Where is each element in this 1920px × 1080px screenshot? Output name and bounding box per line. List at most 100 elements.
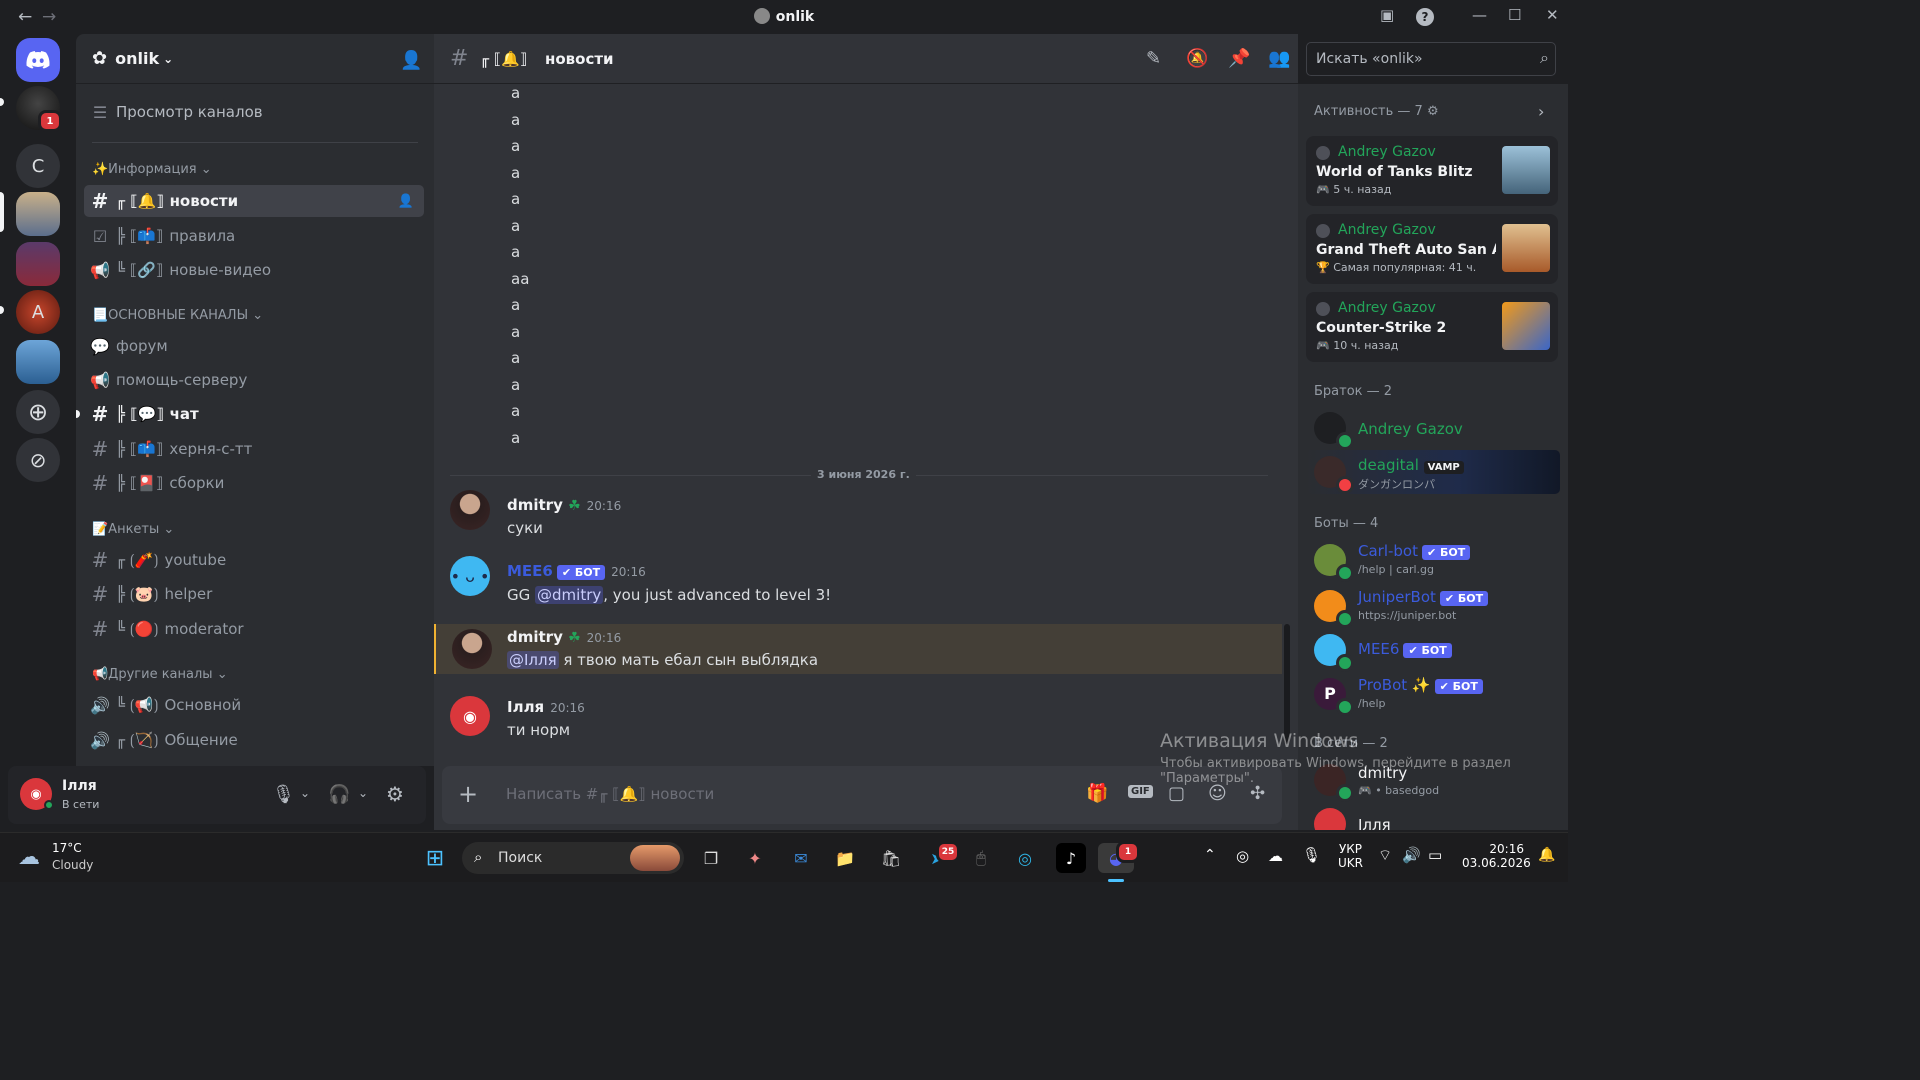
pin-icon[interactable]: 📌	[1228, 48, 1250, 69]
copilot-icon[interactable]: ✦	[740, 843, 770, 873]
store-icon[interactable]: 🛍	[876, 843, 906, 873]
category-ankety[interactable]: 📝Анкеты ⌄	[92, 522, 174, 537]
server-avatar-purple[interactable]	[16, 242, 60, 286]
server-avatar-onlik[interactable]	[16, 192, 60, 236]
channel-sborki[interactable]: # ╠ ⟦🎴⟧ сборки	[84, 467, 424, 499]
task-view-icon[interactable]: ❐	[696, 843, 726, 873]
wifi-icon[interactable]: ⌔	[1378, 846, 1392, 865]
maximize-icon[interactable]: ☐	[1508, 6, 1521, 24]
invite-people-icon[interactable]: 👤	[400, 50, 422, 71]
message-3-highlighted[interactable]: dmitry ☘ 20:16 @Ілля я твою мать ебал сын…	[434, 624, 1282, 674]
message-line[interactable]: а	[511, 217, 520, 235]
message-4[interactable]: ◉ Ілля 20:16 ти норм	[434, 696, 1284, 756]
message-line[interactable]: а	[511, 402, 520, 420]
avatar-mee6[interactable]: • ᴗ •	[450, 556, 490, 596]
member-deagital[interactable]: deagital VAMP ダンガンロンパ	[1306, 450, 1560, 494]
cloud-tray-icon[interactable]: ☁	[1268, 847, 1283, 865]
file-explorer-icon[interactable]: 📁	[830, 843, 860, 873]
scrollbar-thumb[interactable]	[1284, 624, 1290, 744]
channel-novosti[interactable]: # ╓ ⟦🔔⟧ новости 👤	[84, 185, 424, 217]
member-juniperbot[interactable]: JuniperBot ✔ БОТ https://juniper.bot	[1306, 584, 1560, 628]
message-1[interactable]: dmitry ☘ 20:16 суки	[434, 490, 1284, 550]
notification-muted-icon[interactable]: 🔕	[1186, 48, 1208, 69]
tiktok-icon[interactable]: ♪	[1056, 843, 1086, 873]
browse-channels[interactable]: ☰ Просмотр каналов	[84, 96, 424, 128]
channel-pravila[interactable]: ☑ ╠ ⟦📫⟧ правила	[84, 220, 424, 252]
channel-forum[interactable]: 💬 форум	[84, 330, 424, 362]
member-andrey[interactable]: Andrey Gazov	[1306, 406, 1560, 450]
message-line[interactable]: а	[511, 111, 520, 129]
member-carlbot[interactable]: Carl-bot ✔ БОТ /help | carl.gg	[1306, 538, 1560, 582]
category-other[interactable]: 📢Другие каналы ⌄	[92, 667, 228, 682]
server-avatar-blue[interactable]	[16, 340, 60, 384]
chevron-right-icon[interactable]: ›	[1538, 102, 1544, 121]
inbox-icon[interactable]: ▣	[1380, 6, 1394, 24]
channel-helper[interactable]: # ╠ ⟮🐷⟯ helper	[84, 578, 424, 610]
message-2[interactable]: • ᴗ • MEE6 ✔ БОТ 20:16 GG @dmitry, you jus…	[434, 556, 1284, 616]
help-icon[interactable]: ?	[1416, 8, 1434, 26]
add-member-icon[interactable]: 👤	[398, 194, 414, 209]
sticker-icon[interactable]: ▢	[1168, 783, 1185, 804]
server-avatar-a[interactable]: A	[16, 290, 60, 334]
member-probot[interactable]: P ProBot ✨ ✔ БОТ /help	[1306, 672, 1560, 716]
avatar-dmitry[interactable]	[452, 629, 492, 669]
weather-condition[interactable]: Cloudy	[52, 858, 93, 872]
outlook-icon[interactable]: ✉	[786, 843, 816, 873]
member-illya[interactable]: Ілля	[1306, 802, 1560, 830]
channel-youtube[interactable]: # ╓ ⟮🧨⟯ youtube	[84, 544, 424, 576]
activity-card[interactable]: Andrey Gazov Grand Theft Auto San Andr..…	[1306, 214, 1558, 284]
voice-channel-osnovnoy[interactable]: 🔊 ╚ ⟮📢⟯ Основной	[84, 689, 424, 721]
channel-novye-video[interactable]: 📢 ╚ ⟦🔗⟧ новые-видео	[84, 254, 424, 286]
add-server-icon[interactable]: ⊕	[16, 390, 60, 434]
plus-icon[interactable]: +	[458, 780, 478, 808]
chevron-up-icon[interactable]: ⌃	[1204, 847, 1216, 863]
edge-icon[interactable]: ◎	[1010, 843, 1040, 873]
discover-compass-icon[interactable]: ⊘	[16, 438, 60, 482]
activity-header[interactable]: Активность — 7 ⚙	[1314, 104, 1439, 119]
avatar-illya[interactable]: ◉	[450, 696, 490, 736]
emoji-icon[interactable]: ☺	[1208, 783, 1227, 804]
server-letter-c[interactable]: С	[16, 144, 60, 188]
message-line[interactable]: аа	[511, 270, 529, 288]
clock[interactable]: 20:16 03.06.2026	[1462, 842, 1531, 870]
mention[interactable]: @Ілля	[507, 651, 559, 669]
language-indicator[interactable]: УКР UKR	[1338, 842, 1363, 870]
message-line[interactable]: а	[511, 164, 520, 182]
microphone-icon[interactable]: 🎙	[1302, 846, 1321, 864]
message-line[interactable]: а	[511, 190, 520, 208]
message-line[interactable]: а	[511, 296, 520, 314]
weather-temp[interactable]: 17°C	[52, 841, 82, 855]
windows-start-icon[interactable]: ⊞	[420, 843, 450, 873]
search-input[interactable]: Искать «onlik» ⌕	[1306, 42, 1556, 76]
message-line[interactable]: а	[511, 429, 520, 447]
avatar-dmitry[interactable]	[450, 490, 490, 530]
member-list-icon[interactable]: 👥	[1268, 48, 1290, 69]
mouse-app-icon[interactable]: 🖱	[966, 843, 996, 873]
message-line[interactable]: а	[511, 349, 520, 367]
headphones-icon[interactable]: 🎧	[328, 784, 350, 805]
category-info[interactable]: ✨Информация ⌄	[92, 162, 212, 177]
mention[interactable]: @dmitry	[535, 586, 604, 604]
volume-icon[interactable]: 🔊	[1402, 846, 1421, 864]
server-header[interactable]: ✿ onlik ⌄ 👤	[76, 34, 434, 84]
chevron-down-icon[interactable]: ⌄	[358, 786, 368, 800]
gear-icon[interactable]: ⚙	[386, 782, 404, 806]
taskbar-search[interactable]: ⌕ Поиск	[462, 842, 684, 874]
minimize-icon[interactable]: —	[1472, 6, 1487, 24]
message-line[interactable]: а	[511, 323, 520, 341]
channel-moderator[interactable]: # ╚ ⟮🔴⟯ moderator	[84, 613, 424, 645]
channel-hernya[interactable]: # ╠ ⟦📫⟧ херня-с-тт	[84, 433, 424, 465]
voice-channel-obschenie[interactable]: 🔊 ╓ ⟮🏹⟯ Общение	[84, 724, 424, 756]
gif-icon[interactable]: GIF	[1128, 785, 1153, 798]
category-main[interactable]: 📃ОСНОВНЫЕ КАНАЛЫ ⌄	[92, 308, 263, 323]
message-line[interactable]: а	[511, 84, 520, 102]
member-mee6[interactable]: MEE6 ✔ БОТ	[1306, 628, 1560, 672]
channel-chat[interactable]: # ╠ ⟦💬⟧ чат	[84, 398, 424, 430]
close-icon[interactable]: ✕	[1546, 6, 1559, 24]
channel-pomosch[interactable]: 📢 помощь-серверу	[84, 364, 424, 396]
tray-icon[interactable]: ◎	[1236, 847, 1249, 865]
gift-icon[interactable]: 🎁	[1086, 783, 1108, 804]
microphone-icon[interactable]: 🎙	[272, 784, 295, 805]
battery-icon[interactable]: ▭	[1428, 846, 1442, 864]
message-line[interactable]: а	[511, 376, 520, 394]
